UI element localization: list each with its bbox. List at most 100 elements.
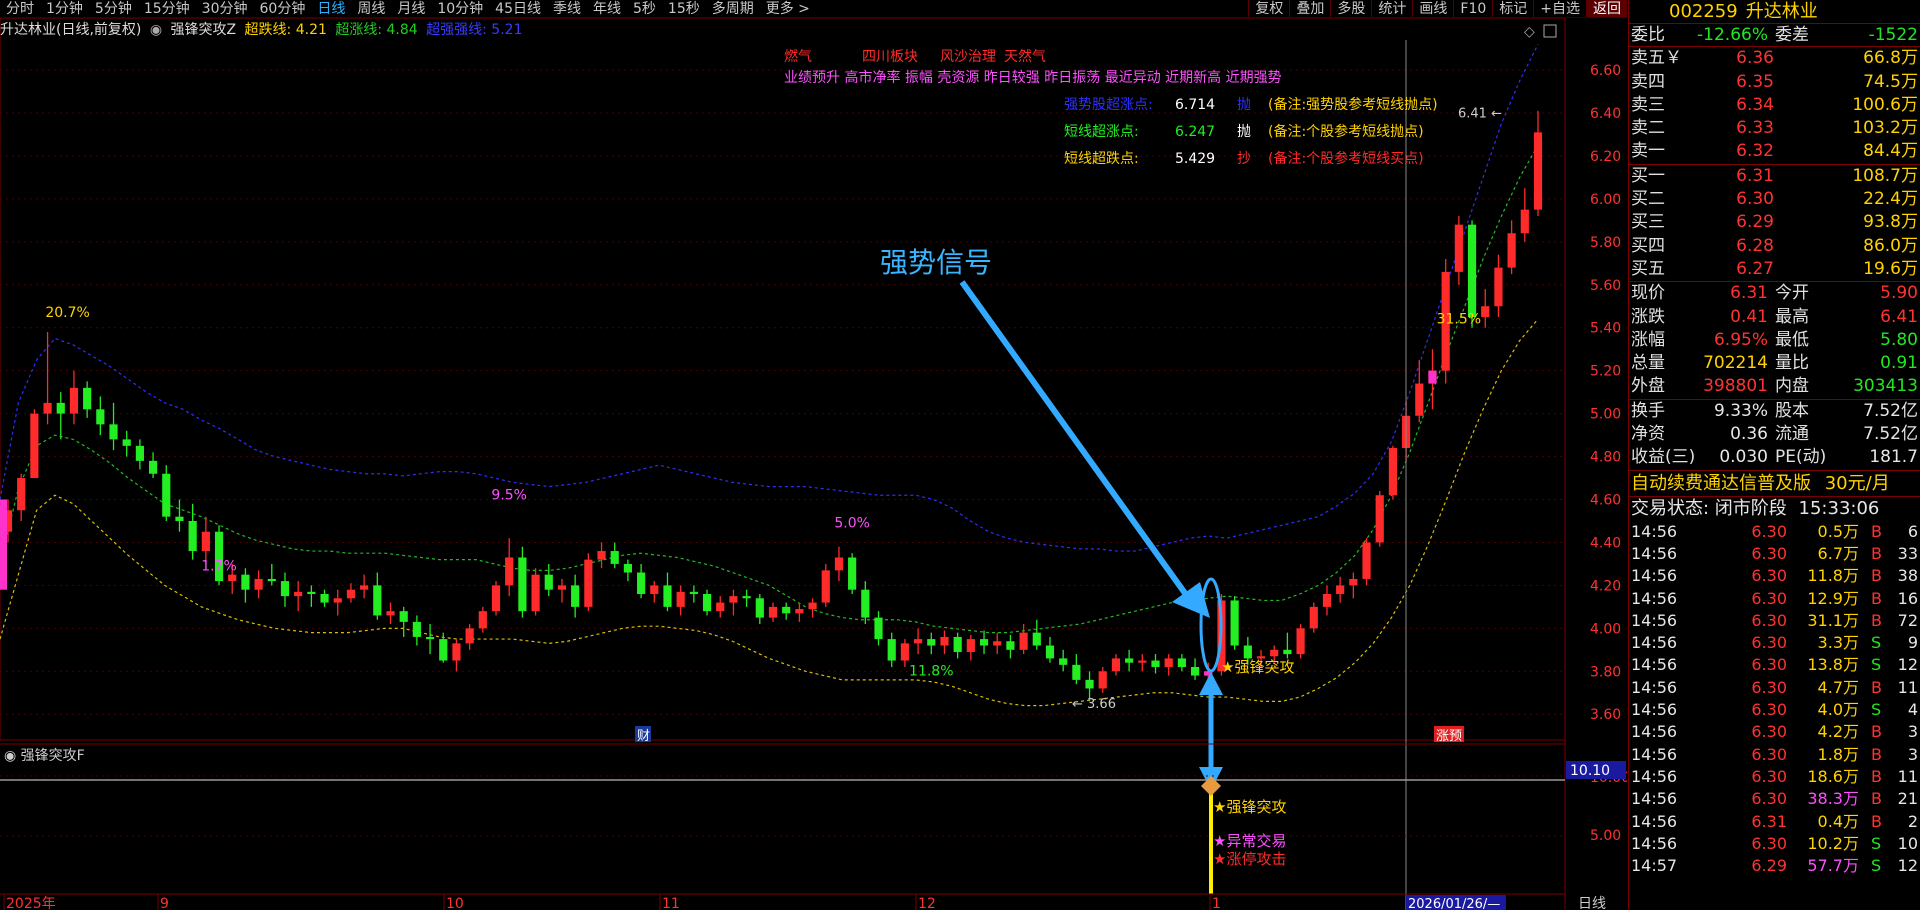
period-tab[interactable]: 1分钟: [40, 0, 89, 17]
quote-label: 总量: [1631, 353, 1665, 374]
signal-label: 短线超跌点:: [1064, 151, 1139, 167]
tool-button[interactable]: 统计: [1371, 0, 1412, 17]
candle-body: [887, 639, 896, 661]
tool-button[interactable]: 叠加: [1289, 0, 1330, 17]
candle-body: [1362, 542, 1371, 579]
candle-body: [1032, 632, 1041, 646]
tick-row: 14:56 6.30 38.3万 B 21: [1629, 788, 1920, 810]
price-tick: 4.00: [1590, 621, 1621, 637]
concept-tag: 四川板块: [862, 49, 918, 65]
period-tab[interactable]: 分时: [0, 0, 40, 17]
period-tab[interactable]: 5分钟: [89, 0, 138, 17]
orderbook-row: 买一 6.31 108.7万: [1629, 165, 1920, 188]
period-tab[interactable]: 15秒: [662, 0, 706, 17]
status-time: 15:33:06: [1798, 497, 1880, 519]
candle-body: [729, 596, 738, 603]
tool-button[interactable]: F10: [1453, 0, 1492, 17]
candle-body: [412, 621, 421, 637]
bid-list: 买一 6.31 108.7万 买二 6.30 22.4万 买三 6.29 93.8万 买四 6.28…: [1629, 165, 1920, 283]
quote-label: 涨幅: [1631, 329, 1665, 350]
tick-row: 14:56 6.30 4.7万 B 11: [1629, 677, 1920, 699]
candle-body: [320, 593, 329, 603]
period-tab[interactable]: 多周期: [706, 0, 760, 17]
kline-chart[interactable]: 6.60 6.40 6.20 6.00 5.80 5.60 5.40 5.20 5.00 4.80…: [0, 0, 1627, 910]
tool-button[interactable]: 多股: [1330, 0, 1371, 17]
ask-list: 卖五￥ 6.36 66.8万 卖四 6.35 74.5万 卖三 6.34 100.6万 卖二 6.3…: [1629, 47, 1920, 165]
level-price: 6.34: [1736, 94, 1774, 115]
tick-volume: 0.5万: [1817, 521, 1859, 541]
concept-tags-magenta: 业绩预升 高市净率 振幅 壳资源 昨日较强 昨日振荡 最近异动 近期新高 近期强…: [784, 69, 1282, 86]
period-tab[interactable]: 60分钟: [254, 0, 312, 17]
candle-body: [109, 424, 118, 440]
upper-band-line: [0, 44, 1539, 552]
stock-code: 002259: [1669, 1, 1738, 22]
period-tab[interactable]: 年线: [587, 0, 627, 17]
candle-body: [848, 557, 857, 590]
candle-body: [83, 387, 92, 410]
price-tick: 3.80: [1590, 664, 1621, 680]
period-tab[interactable]: 5秒: [627, 0, 662, 17]
tick-price: 6.30: [1751, 722, 1787, 742]
candle-body: [1230, 600, 1239, 646]
trade-status: 交易状态: 闭市阶段 15:33:06: [1629, 497, 1920, 521]
tick-count: 72: [1897, 610, 1918, 630]
candle-body: [294, 591, 303, 597]
period-tab[interactable]: 更多 >: [760, 0, 816, 17]
tick-list: 14:56 6.30 0.5万 B 6 14:56 6.30 6.7万 B 33 14:56 6.30…: [1629, 521, 1920, 878]
tool-button[interactable]: 标记: [1492, 0, 1533, 17]
tick-side: B: [1871, 588, 1882, 608]
tick-time: 14:56: [1631, 588, 1678, 608]
fundamental-list: 换手 9.33% 股本 7.52亿 净资 0.36 流通 7.52亿 收益(三) 0.030 PE(…: [1629, 400, 1920, 471]
tool-button[interactable]: +自选: [1533, 0, 1586, 17]
tick-row: 14:57 6.29 57.7万 S 12: [1629, 855, 1920, 877]
candle-body: [953, 636, 962, 652]
tick-time: 14:56: [1631, 677, 1678, 697]
period-tab[interactable]: 周线: [351, 0, 391, 17]
tick-row: 14:56 6.30 0.5万 B 6: [1629, 521, 1920, 543]
date-label: 2025年: [6, 896, 56, 910]
period-tab[interactable]: 季线: [547, 0, 587, 17]
period-tab[interactable]: 10分钟: [431, 0, 489, 17]
indicator-line: 升达林业(日线,前复权) ◉ 强锋突攻Z 超跌线: 4.21 超涨线: 4.84…: [0, 20, 526, 40]
signal-action: 抛: [1237, 97, 1251, 113]
concept-tag: 燃气: [784, 48, 812, 65]
orderbook-row: 买三 6.29 93.8万: [1629, 211, 1920, 234]
sub-tick-5: 5.00: [1590, 828, 1621, 844]
tick-price: 6.30: [1751, 588, 1787, 608]
sub-signal-label: ★涨停攻击: [1213, 850, 1286, 868]
level-volume: 93.8万: [1863, 212, 1918, 233]
tool-button[interactable]: 复权: [1248, 0, 1289, 17]
weicha-value: -1522: [1868, 25, 1918, 45]
orderbook-row: 卖一 6.32 84.4万: [1629, 140, 1920, 163]
indicator-name[interactable]: 强锋突攻Z: [171, 22, 237, 38]
period-tab[interactable]: 15分钟: [138, 0, 196, 17]
tool-button[interactable]: 返回: [1586, 0, 1627, 17]
period-tab[interactable]: 日线: [311, 0, 351, 17]
fund-label: 收益(三): [1631, 447, 1696, 468]
candle-body: [637, 572, 646, 594]
tick-price: 6.30: [1751, 700, 1787, 720]
level-label: 买四: [1631, 235, 1665, 256]
tick-time: 14:56: [1631, 543, 1678, 563]
tick-time: 14:56: [1631, 633, 1678, 653]
period-tab[interactable]: 45日线: [489, 0, 547, 17]
sub-signal-label: ★异常交易: [1213, 832, 1286, 850]
tool-button[interactable]: 画线: [1412, 0, 1453, 17]
candle-body: [557, 585, 567, 590]
circle-icon[interactable]: ◉: [150, 22, 162, 38]
tick-price: 6.31: [1751, 811, 1787, 831]
quote-value: 702214: [1703, 353, 1768, 374]
period-tab[interactable]: 30分钟: [196, 0, 254, 17]
candle-body: [821, 570, 830, 603]
stock-title: 002259 升达林业: [1629, 0, 1920, 24]
tick-row: 14:56 6.30 11.8万 B 38: [1629, 565, 1920, 587]
quote-row: 涨跌 0.41 最高 6.41: [1629, 306, 1920, 329]
candle-body: [1349, 578, 1358, 586]
tick-count: 6: [1907, 521, 1918, 541]
promo-banner[interactable]: 自动续费通达信普及版 30元/月: [1629, 471, 1920, 497]
period-tab[interactable]: 月线: [391, 0, 431, 17]
tick-volume: 31.1万: [1807, 610, 1859, 630]
tick-row: 14:56 6.30 4.2万 B 3: [1629, 721, 1920, 743]
candle-body: [689, 591, 698, 594]
price-tick: 6.40: [1590, 106, 1621, 122]
